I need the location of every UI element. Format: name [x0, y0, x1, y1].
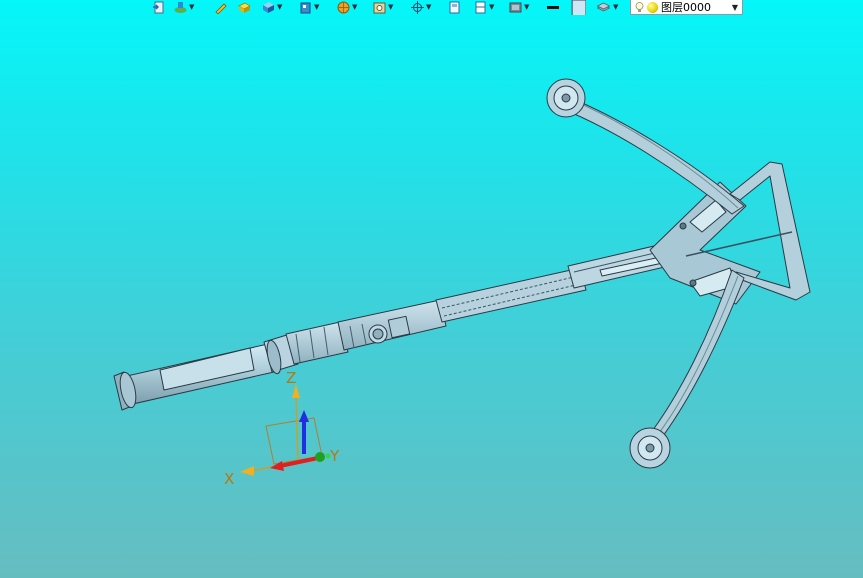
x-axis-handle-arrow[interactable]: [270, 461, 284, 471]
display-mode-icon: [509, 2, 522, 12]
color-swatch-icon: [571, 0, 586, 15]
view-cube-button[interactable]: ▼: [299, 0, 319, 14]
view-cube-icon: [300, 2, 311, 13]
lightbulb-icon: [635, 1, 644, 12]
chevron-down-icon[interactable]: ▼: [426, 0, 431, 14]
solid-button[interactable]: ▼: [262, 0, 282, 14]
chevron-down-icon[interactable]: ▼: [489, 0, 494, 14]
x-axis-arrow[interactable]: [240, 466, 254, 476]
toolbar: ▼ ▼ ▼ ▼ ▼ ▼ ▼ ▼ ▼ 图层0000 ▼: [0, 0, 863, 16]
import-button[interactable]: [152, 0, 165, 14]
panel-icon: [475, 1, 486, 13]
snap-button[interactable]: ▼: [411, 0, 431, 14]
sketch-button[interactable]: [214, 0, 227, 14]
box-feature-button[interactable]: [238, 0, 251, 14]
color-swatch-button[interactable]: [571, 0, 586, 15]
crossbow-lower-limb: [629, 269, 745, 469]
chevron-down-icon[interactable]: ▼: [352, 0, 357, 14]
sphere-icon: [647, 1, 658, 13]
solid-cube-icon: [263, 1, 274, 13]
layers-button[interactable]: ▼: [595, 0, 618, 14]
chevron-down-icon[interactable]: ▼: [189, 0, 194, 14]
chevron-down-icon[interactable]: ▼: [277, 0, 282, 14]
chevron-down-icon[interactable]: ▼: [613, 0, 618, 14]
layer-visibility-button[interactable]: ▼: [174, 0, 194, 14]
box-feature-icon: [238, 2, 251, 13]
layers-stack-icon: [596, 2, 611, 11]
panel-button[interactable]: ▼: [474, 0, 494, 14]
line-style-button[interactable]: [546, 0, 559, 14]
chevron-down-icon[interactable]: ▼: [388, 0, 393, 14]
z-axis-label: Z: [286, 369, 296, 387]
layer-selector-value: 图层0000: [661, 1, 711, 14]
crossbow-upper-limb: [546, 78, 745, 215]
camera-icon: [373, 2, 386, 13]
z-axis-line: [295, 393, 299, 463]
page-icon: [449, 1, 460, 13]
x-axis-label: X: [224, 470, 234, 488]
y-axis-handle[interactable]: [315, 452, 325, 462]
crossbow-stock: [113, 239, 687, 411]
y-axis-label: Y: [329, 447, 340, 465]
snap-point-icon: [411, 0, 424, 14]
import-icon: [153, 1, 164, 13]
chevron-down-icon[interactable]: ▼: [314, 0, 319, 14]
coordinate-triad[interactable]: Z Y X: [224, 369, 340, 488]
render-button[interactable]: ▼: [337, 0, 357, 14]
z-axis-handle-arrow[interactable]: [299, 410, 309, 422]
model-canvas[interactable]: Z Y X: [0, 16, 863, 578]
display-mode-button[interactable]: ▼: [509, 0, 529, 14]
chevron-down-icon[interactable]: ▼: [728, 3, 742, 12]
page-button[interactable]: [448, 0, 461, 14]
camera-button[interactable]: ▼: [373, 0, 393, 14]
crossbow-model[interactable]: [113, 78, 811, 469]
3d-viewport[interactable]: Z Y X: [0, 16, 863, 578]
render-sphere-icon: [337, 1, 350, 13]
chevron-down-icon[interactable]: ▼: [524, 0, 529, 14]
layer-visibility-icon: [174, 1, 187, 13]
line-style-icon: [547, 5, 559, 9]
layer-selector[interactable]: 图层0000 ▼: [630, 0, 743, 15]
sketch-pencil-icon: [215, 2, 227, 14]
